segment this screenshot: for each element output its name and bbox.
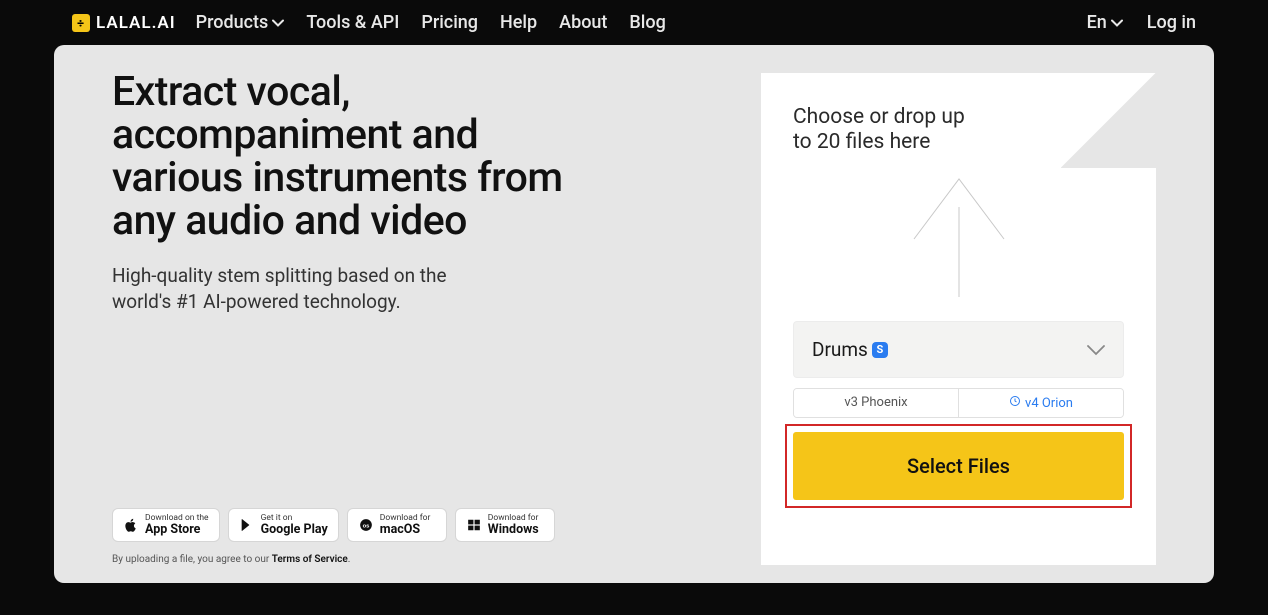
brand-logo[interactable]: ÷ LALAL.AI	[72, 13, 176, 33]
googleplay-button[interactable]: Get it on Google Play	[228, 508, 339, 542]
stem-selected-text: Drums	[812, 338, 868, 361]
primary-nav: Products Tools & API Pricing Help About …	[196, 12, 666, 33]
windows-icon	[466, 517, 482, 533]
macos-button[interactable]: os Download for macOS	[347, 508, 447, 542]
windows-big: Windows	[488, 523, 539, 536]
svg-text:os: os	[362, 523, 369, 529]
googleplay-big: Google Play	[261, 523, 328, 536]
chevron-down-icon	[1087, 338, 1105, 361]
version-v3-label: v3 Phoenix	[844, 395, 907, 410]
logo-mark-icon: ÷	[72, 14, 90, 32]
select-files-button[interactable]: Select Files	[793, 432, 1124, 500]
version-v4-label: v4 Orion	[1025, 396, 1073, 411]
stem-selected-label: Drums S	[812, 338, 888, 361]
navbar-left: ÷ LALAL.AI Products Tools & API Pricing …	[72, 12, 666, 33]
nav-products[interactable]: Products	[196, 12, 285, 33]
chevron-down-icon	[272, 19, 284, 27]
top-navbar: ÷ LALAL.AI Products Tools & API Pricing …	[0, 0, 1268, 45]
terms-prefix: By uploading a file, you agree to our	[112, 554, 272, 565]
hero-card: Extract vocal, accompaniment and various…	[54, 45, 1214, 583]
nav-tools-api[interactable]: Tools & API	[306, 12, 399, 33]
select-files-label: Select Files	[907, 454, 1010, 478]
nav-blog[interactable]: Blog	[629, 12, 665, 33]
terms-text: By uploading a file, you agree to our Te…	[112, 554, 721, 565]
hero-headline: Extract vocal, accompaniment and various…	[112, 71, 582, 243]
hero-subhead: High-quality stem splitting based on the…	[112, 263, 492, 314]
hero-left-column: Extract vocal, accompaniment and various…	[112, 71, 761, 565]
apple-icon	[123, 517, 139, 533]
navbar-right: En Log in	[1087, 12, 1196, 33]
nav-pricing[interactable]: Pricing	[421, 12, 478, 33]
version-v4-button[interactable]: v4 Orion	[958, 389, 1123, 417]
select-files-highlight: Select Files	[785, 424, 1132, 508]
nav-help[interactable]: Help	[500, 12, 537, 33]
login-link[interactable]: Log in	[1147, 12, 1196, 33]
appstore-big: App Store	[145, 523, 209, 536]
nav-products-label: Products	[196, 12, 269, 33]
upload-arrow-icon	[904, 169, 1014, 303]
terms-suffix: .	[348, 554, 351, 565]
version-toggle: v3 Phoenix v4 Orion	[793, 388, 1124, 418]
language-label: En	[1087, 12, 1107, 33]
clock-icon	[1009, 395, 1021, 411]
googleplay-icon	[239, 517, 255, 533]
version-v3-button[interactable]: v3 Phoenix	[794, 389, 958, 417]
macos-icon: os	[358, 517, 374, 533]
nav-about[interactable]: About	[559, 12, 607, 33]
macos-big: macOS	[380, 523, 431, 536]
brand-name: LALAL.AI	[96, 13, 176, 33]
windows-button[interactable]: Download for Windows	[455, 508, 555, 542]
drop-instruction: Choose or drop up to 20 files here	[793, 105, 973, 155]
download-store-row: Download on the App Store Get it on Goog…	[112, 508, 721, 542]
stem-badge-icon: S	[872, 342, 888, 358]
upload-card[interactable]: Choose or drop up to 20 files here Drums…	[761, 73, 1156, 565]
appstore-button[interactable]: Download on the App Store	[112, 508, 220, 542]
stem-dropdown[interactable]: Drums S	[793, 321, 1124, 378]
language-selector[interactable]: En	[1087, 12, 1123, 33]
chevron-down-icon	[1111, 19, 1123, 27]
terms-link[interactable]: Terms of Service	[272, 554, 348, 565]
